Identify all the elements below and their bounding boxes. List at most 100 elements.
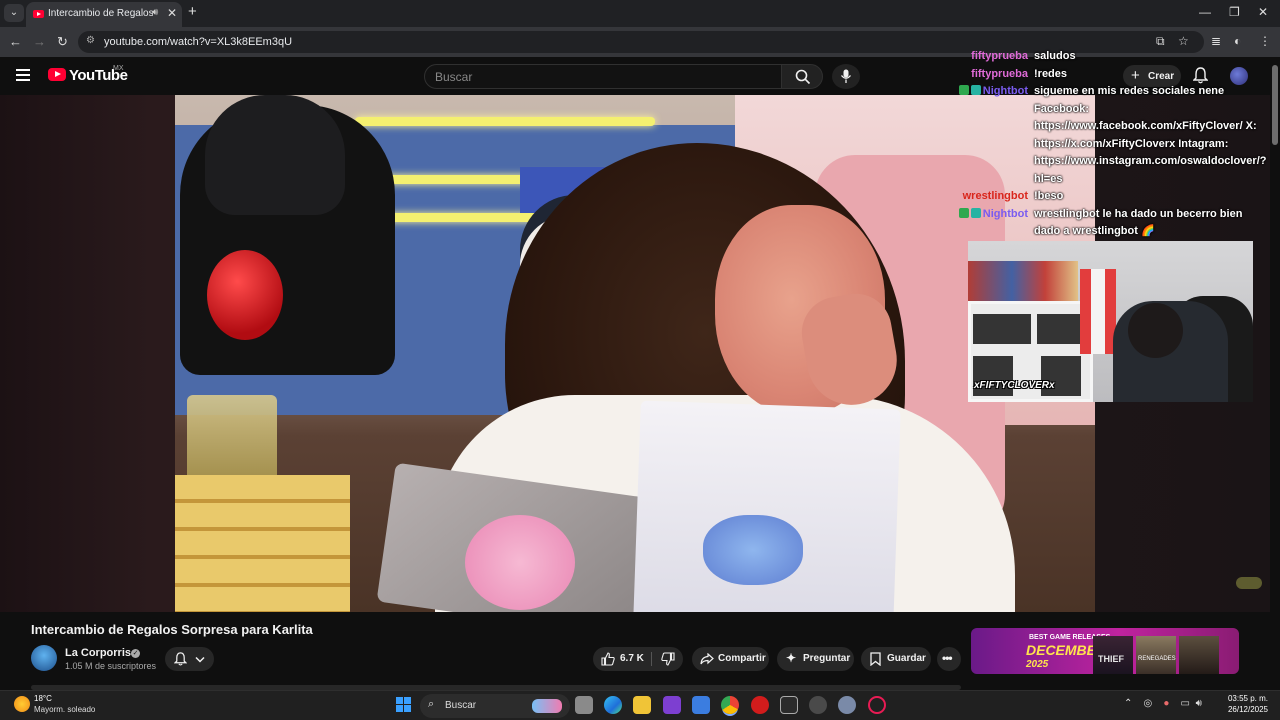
chat-username: Nightbot <box>946 83 1028 101</box>
tab-close-icon[interactable]: ✕ <box>167 6 177 20</box>
chat-username-text: fiftyprueba <box>971 67 1028 80</box>
verified-icon: ✓ <box>131 649 140 658</box>
restore-icon[interactable]: ❐ <box>1229 5 1240 19</box>
search-icon <box>795 69 811 85</box>
profile-icon[interactable]: ◐ <box>1234 34 1241 48</box>
back-icon[interactable]: ← <box>9 34 22 49</box>
display-icon[interactable]: ▭ <box>1181 698 1190 709</box>
hamburger-menu-icon[interactable] <box>16 69 30 81</box>
more-actions-button[interactable]: ••• <box>937 647 961 671</box>
weather-temperature[interactable]: 18°C <box>34 694 52 703</box>
show-hidden-icons[interactable]: ⌃ <box>1124 698 1132 709</box>
like-count: 6.7 K <box>620 653 644 664</box>
weather-description[interactable]: Mayorm. soleado <box>34 705 95 714</box>
channel-avatar[interactable] <box>31 645 57 671</box>
chat-username-text: wrestlingbot <box>962 190 1028 202</box>
gold-gift-box <box>175 475 350 612</box>
facecam-tag: xFIFTYCLOVERx <box>974 380 1055 391</box>
scrollbar-thumb[interactable] <box>1272 65 1278 145</box>
bot-badge-icon <box>970 85 981 95</box>
save-button[interactable]: Guardar <box>861 647 931 671</box>
share-button[interactable]: Compartir <box>692 647 769 671</box>
ad-banner[interactable]: BEST GAME RELEASES DECEMBER 2025 THIEF R… <box>971 628 1239 674</box>
url-text[interactable]: youtube.com/watch?v=XL3k8EEm3qU <box>104 36 292 48</box>
weather-sun-icon[interactable] <box>14 696 30 712</box>
thumbs-down-icon <box>661 652 675 666</box>
bookmark-star-icon[interactable]: ☆ <box>1178 34 1189 48</box>
chat-text: wrestlingbot le ha dado un becerro bien … <box>1034 207 1243 238</box>
opera-browser-icon[interactable] <box>868 696 886 714</box>
youtube-logo-icon[interactable] <box>48 68 66 81</box>
save-label: Guardar <box>887 653 926 664</box>
clock-date[interactable]: 26/12/2025 <box>1226 705 1268 714</box>
epic-games-icon[interactable] <box>780 696 798 714</box>
tab-title: Intercambio de Regalos Sorpresa para Kar… <box>48 8 153 19</box>
file-explorer-icon[interactable] <box>633 696 651 714</box>
reload-icon[interactable]: ↻ <box>57 34 68 50</box>
chat-message: Nightbot sigueme en mis redes sociales ne… <box>946 83 1266 188</box>
install-app-icon[interactable]: ⧉ <box>1156 34 1165 49</box>
ask-label: Preguntar <box>803 653 851 664</box>
site-info-icon[interactable]: ⚙︎ <box>86 35 95 46</box>
subscription-bell-button[interactable] <box>165 647 214 671</box>
microphone-tray-icon[interactable]: ● <box>1163 698 1169 709</box>
affinity-designer-icon[interactable] <box>692 696 710 714</box>
speaker-icon[interactable]: 🔊︎ <box>152 7 158 18</box>
volume-icon[interactable]: 🔊︎ <box>1196 698 1202 709</box>
chat-text: !redes <box>1034 67 1068 80</box>
search-input[interactable]: Buscar <box>424 64 782 89</box>
red-app-icon[interactable] <box>751 696 769 714</box>
country-code: MX <box>113 65 124 72</box>
affinity-app-icon[interactable] <box>663 696 681 714</box>
tab-search-button[interactable]: ⌄ <box>4 4 24 22</box>
settings-gear-icon[interactable] <box>838 696 856 714</box>
network-icon[interactable]: ◎ <box>1144 698 1153 709</box>
channel-watermark[interactable] <box>1236 577 1262 589</box>
red-ornament <box>207 250 283 340</box>
chat-text: saludos <box>1034 50 1076 62</box>
forward-icon[interactable]: → <box>33 34 46 49</box>
dislike-button[interactable] <box>653 647 683 671</box>
browser-tab[interactable]: Intercambio de Regalos Sorpresa para Kar… <box>26 2 182 27</box>
search-button[interactable] <box>781 64 823 89</box>
subscriber-count: 1.05 M de suscriptores <box>65 661 157 671</box>
system-tray[interactable]: ⌃ ◎ ● ▭ 🔊︎ <box>1124 698 1202 709</box>
search-placeholder: Buscar <box>435 70 473 84</box>
voice-search-button[interactable] <box>832 64 860 89</box>
ad-game-renegades: RENEGADES <box>1136 636 1176 674</box>
page-scrollbar[interactable] <box>1270 57 1280 690</box>
clock-time[interactable]: 03:55 p. m. <box>1226 694 1268 703</box>
edge-browser-icon[interactable] <box>604 696 622 714</box>
minimize-icon[interactable]: — <box>1199 5 1211 19</box>
like-button[interactable]: 6.7 K <box>593 647 651 671</box>
new-tab-icon[interactable]: + <box>188 3 197 20</box>
task-view-icon[interactable] <box>575 696 593 714</box>
chat-message: fiftyprueba !redes <box>946 66 1266 84</box>
channel-name[interactable]: La Corporrisa <box>65 647 137 659</box>
bot-badge-icon <box>970 207 981 218</box>
windows-start-icon[interactable] <box>396 697 412 713</box>
more-icon: ••• <box>942 651 953 665</box>
ad-year: 2025 <box>1026 659 1049 670</box>
window-close-icon[interactable]: ✕ <box>1258 5 1268 19</box>
neon-shelf <box>355 117 655 126</box>
browser-menu-icon[interactable]: ⋮ <box>1259 34 1271 48</box>
chat-username: wrestlingbot <box>946 188 1028 206</box>
chat-username-text: Nightbot <box>982 207 1028 220</box>
stream-chat-overlay: fiftyprueba saludos fiftyprueba !redes Night… <box>946 48 1266 241</box>
obs-studio-icon[interactable] <box>809 696 827 714</box>
windows-taskbar: 18°C Mayorm. soleado ⌕ Buscar ⌃ ◎ ● ▭ 🔊︎… <box>0 690 1280 720</box>
chat-username-text: Nightbot <box>982 85 1028 97</box>
chat-message: fiftyprueba saludos <box>946 48 1266 66</box>
cam-figures <box>968 261 1078 301</box>
verified-badge-icon <box>958 85 969 95</box>
ask-button[interactable]: ✦ Preguntar <box>777 647 854 671</box>
video-title: Intercambio de Regalos Sorpresa para Kar… <box>31 622 313 637</box>
microphone-icon <box>840 69 852 83</box>
chrome-browser-icon[interactable] <box>721 696 739 714</box>
ad-game2-title: RENEGADES <box>1138 656 1176 662</box>
taskbar-search[interactable]: ⌕ Buscar <box>420 694 570 718</box>
like-dislike-group: 6.7 K <box>593 647 683 671</box>
bell-icon <box>174 652 187 666</box>
media-control-icon[interactable]: ≣ <box>1211 34 1221 48</box>
